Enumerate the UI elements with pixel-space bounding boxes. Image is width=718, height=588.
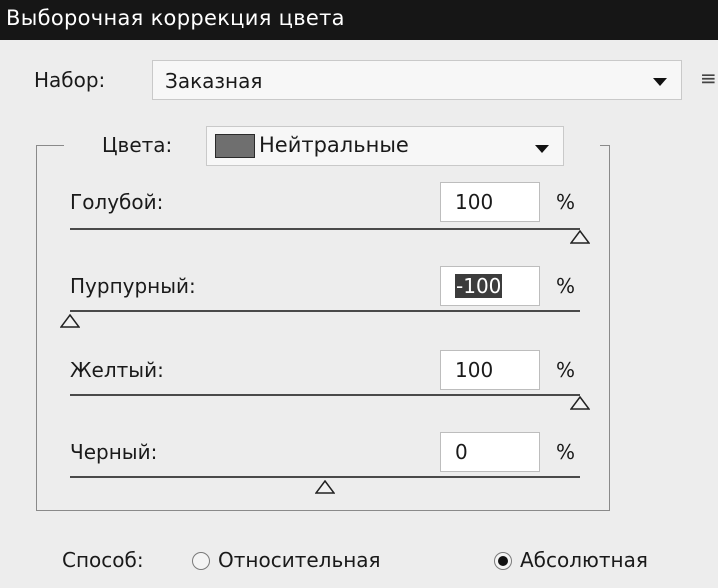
color-swatch bbox=[215, 134, 255, 158]
slider-thumb-icon[interactable] bbox=[570, 396, 590, 410]
colors-value: Нейтральные bbox=[259, 133, 409, 157]
options-icon[interactable]: ≡ bbox=[700, 66, 717, 90]
radio-absolute-label[interactable]: Абсолютная bbox=[520, 548, 648, 572]
black-value: 0 bbox=[455, 440, 468, 464]
cyan-value-input[interactable]: 100 bbox=[440, 182, 540, 222]
slider-thumb-icon[interactable] bbox=[570, 230, 590, 244]
yellow-slider-track[interactable] bbox=[70, 394, 580, 396]
colors-dropdown[interactable]: Нейтральные bbox=[206, 126, 564, 166]
preset-label: Набор: bbox=[34, 68, 106, 92]
method-label: Способ: bbox=[62, 548, 144, 572]
colors-label: Цвета: bbox=[102, 133, 173, 157]
yellow-value: 100 bbox=[455, 358, 494, 382]
black-value-input[interactable]: 0 bbox=[440, 432, 540, 472]
percent-unit: % bbox=[556, 440, 576, 464]
slider-label-black: Черный: bbox=[70, 440, 158, 464]
preset-dropdown[interactable]: Заказная bbox=[152, 60, 682, 100]
black-slider-track[interactable] bbox=[70, 476, 580, 478]
yellow-value-input[interactable]: 100 bbox=[440, 350, 540, 390]
radio-absolute[interactable] bbox=[494, 552, 512, 570]
slider-label-cyan: Голубой: bbox=[70, 190, 164, 214]
slider-thumb-icon[interactable] bbox=[60, 314, 80, 328]
panel-titlebar: Выборочная коррекция цвета bbox=[0, 0, 718, 40]
magenta-value-input[interactable]: -100 bbox=[440, 266, 540, 306]
magenta-value: -100 bbox=[455, 274, 503, 298]
preset-value: Заказная bbox=[165, 69, 263, 93]
percent-unit: % bbox=[556, 190, 576, 214]
radio-relative[interactable] bbox=[192, 552, 210, 570]
cyan-slider-track[interactable] bbox=[70, 228, 580, 230]
cyan-value: 100 bbox=[455, 190, 494, 214]
radio-relative-label[interactable]: Относительная bbox=[218, 548, 381, 572]
panel-title: Выборочная коррекция цвета bbox=[6, 6, 345, 30]
percent-unit: % bbox=[556, 274, 576, 298]
magenta-slider-track[interactable] bbox=[70, 310, 580, 312]
percent-unit: % bbox=[556, 358, 576, 382]
chevron-down-icon bbox=[535, 145, 549, 153]
slider-label-magenta: Пурпурный: bbox=[70, 274, 196, 298]
slider-label-yellow: Желтый: bbox=[70, 358, 164, 382]
slider-thumb-icon[interactable] bbox=[315, 480, 335, 494]
chevron-down-icon bbox=[653, 78, 667, 86]
